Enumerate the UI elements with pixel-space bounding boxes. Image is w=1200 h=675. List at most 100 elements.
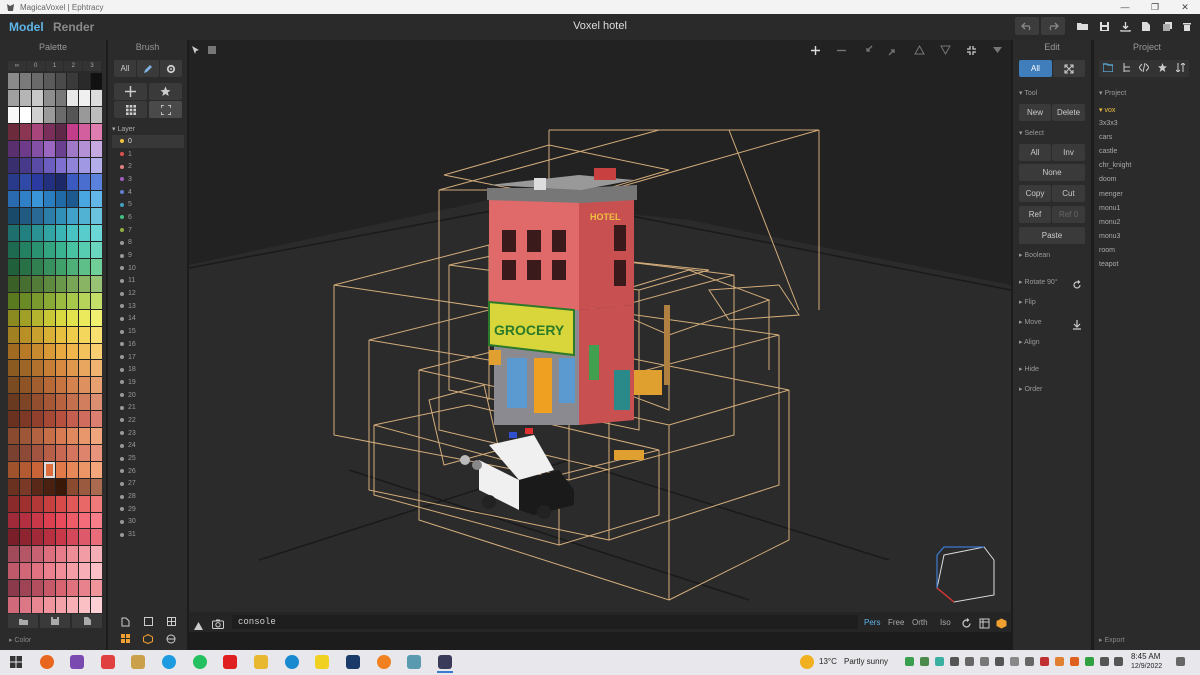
layer-row[interactable]: 19 — [112, 376, 184, 389]
shrink-icon[interactable] — [862, 42, 873, 58]
palette-swatch[interactable] — [31, 191, 43, 208]
palette-swatch[interactable] — [91, 546, 102, 563]
voxel-cube-icon[interactable] — [996, 616, 1007, 634]
palette-swatch[interactable] — [67, 394, 79, 411]
edit-filter-all[interactable]: All — [1019, 60, 1052, 77]
model-mode-tab[interactable]: Model — [9, 20, 44, 34]
palette-swatch[interactable] — [55, 292, 67, 309]
brush-move-icon[interactable] — [114, 83, 147, 100]
palette-swatch[interactable] — [31, 512, 43, 529]
palette-swatch[interactable] — [91, 377, 102, 394]
palette-swatch[interactable] — [91, 309, 102, 326]
palette-swatch[interactable] — [19, 326, 31, 343]
view-mode-orth[interactable]: Orth — [912, 618, 928, 627]
palette-swatch[interactable] — [67, 360, 79, 377]
palette-swatch[interactable] — [8, 258, 19, 275]
palette-swatch[interactable] — [8, 292, 19, 309]
project-file-item[interactable]: doom — [1099, 176, 1117, 183]
clock-time[interactable]: 8:45 AM — [1131, 652, 1160, 661]
palette-swatch[interactable] — [67, 444, 79, 461]
weather-sun-icon[interactable] — [800, 655, 814, 669]
palette-swatch[interactable] — [55, 140, 67, 157]
tray-app-7-icon[interactable] — [995, 657, 1004, 666]
palette-swatch[interactable] — [8, 343, 19, 360]
project-file-item[interactable]: room — [1099, 247, 1115, 254]
palette-swatch[interactable] — [67, 546, 79, 563]
tray-app-13-icon[interactable] — [1085, 657, 1094, 666]
palette-swatch[interactable] — [31, 478, 43, 495]
palette-swatch[interactable] — [79, 106, 91, 123]
palette-swatch[interactable] — [67, 563, 79, 580]
trash-icon[interactable] — [1175, 17, 1199, 35]
view-mode-pers[interactable]: Pers — [864, 618, 880, 627]
palette-swatch[interactable] — [67, 174, 79, 191]
palette-swatch[interactable] — [8, 275, 19, 292]
palette-swatch[interactable] — [79, 140, 91, 157]
palette-swatch[interactable] — [67, 258, 79, 275]
layer-row[interactable]: 2 — [112, 160, 184, 173]
project-file-item[interactable]: menger — [1099, 191, 1123, 198]
project-file-item[interactable]: 3x3x3 — [1099, 120, 1118, 127]
palette-swatch[interactable] — [43, 444, 55, 461]
boolean-section[interactable]: ▸ Boolean — [1019, 251, 1050, 259]
palette-swatch[interactable] — [31, 174, 43, 191]
palette-swatch[interactable] — [91, 478, 102, 495]
palette-swatch[interactable] — [43, 225, 55, 242]
palette-swatch[interactable] — [79, 563, 91, 580]
layer-row[interactable]: 30 — [112, 516, 184, 529]
app-purple-icon[interactable] — [70, 655, 84, 669]
view-menu-chevron-down-icon[interactable] — [993, 42, 1002, 58]
palette-swatch[interactable] — [43, 258, 55, 275]
palette-swatch[interactable] — [8, 309, 19, 326]
palette-save-icon[interactable] — [40, 614, 70, 628]
layer-row[interactable]: 0 — [112, 135, 184, 148]
palette-swatch[interactable] — [19, 546, 31, 563]
palette-swatch[interactable] — [8, 563, 19, 580]
palette-swatch[interactable] — [8, 191, 19, 208]
palette-swatch[interactable] — [8, 106, 19, 123]
palette-swatch[interactable] — [8, 123, 19, 140]
palette-tab-2[interactable]: 2 — [64, 61, 83, 71]
layer-row[interactable]: 20 — [112, 389, 184, 402]
palette-swatch[interactable] — [79, 428, 91, 444]
palette-swatch[interactable] — [31, 275, 43, 292]
palette-swatch[interactable] — [67, 512, 79, 529]
layer-row[interactable]: 6 — [112, 211, 184, 224]
palette-swatch[interactable] — [31, 106, 43, 123]
palette-swatch[interactable] — [31, 360, 43, 377]
palette-swatch[interactable] — [31, 123, 43, 140]
palette-swatch[interactable] — [79, 512, 91, 529]
ref-button[interactable]: Ref — [1019, 206, 1051, 223]
tray-app-4-icon[interactable] — [950, 657, 959, 666]
blender-icon[interactable] — [377, 655, 391, 669]
palette-swatch[interactable] — [79, 242, 91, 258]
select-none-button[interactable]: None — [1019, 164, 1085, 181]
palette-swatch[interactable] — [31, 529, 43, 546]
palette-swatch[interactable] — [79, 157, 91, 174]
palette-swatch[interactable] — [91, 326, 102, 343]
layer-color-grid-icon[interactable] — [116, 630, 134, 647]
palette-swatch[interactable] — [79, 309, 91, 326]
palette-swatch[interactable] — [19, 309, 31, 326]
palette-swatch[interactable] — [8, 242, 19, 258]
move-section[interactable]: ▸ Move — [1019, 318, 1042, 326]
palette-tab-all[interactable]: ∞ — [8, 61, 26, 71]
palette-swatch[interactable] — [79, 377, 91, 394]
3d-viewport[interactable]: HOTEL GROCERY — [189, 40, 1011, 612]
maximize-icon[interactable]: ❐ — [1140, 0, 1170, 14]
palette-swatch[interactable] — [19, 157, 31, 174]
tray-app-11-icon[interactable] — [1055, 657, 1064, 666]
palette-swatch[interactable] — [31, 563, 43, 580]
palette-swatch[interactable] — [19, 73, 31, 89]
paste-button[interactable]: Paste — [1019, 227, 1085, 244]
copy-button[interactable]: Copy — [1019, 185, 1051, 202]
palette-swatch[interactable] — [91, 597, 102, 613]
palette-swatch[interactable] — [79, 343, 91, 360]
palette-swatch[interactable] — [55, 225, 67, 242]
palette-swatch[interactable] — [55, 529, 67, 546]
youtube-icon[interactable] — [223, 655, 237, 669]
scene-canvas[interactable]: HOTEL GROCERY — [189, 40, 1011, 612]
palette-swatch[interactable] — [91, 461, 102, 478]
project-folder-vox[interactable]: ▾ vox — [1099, 106, 1115, 114]
triangle-down-icon[interactable] — [940, 42, 951, 58]
